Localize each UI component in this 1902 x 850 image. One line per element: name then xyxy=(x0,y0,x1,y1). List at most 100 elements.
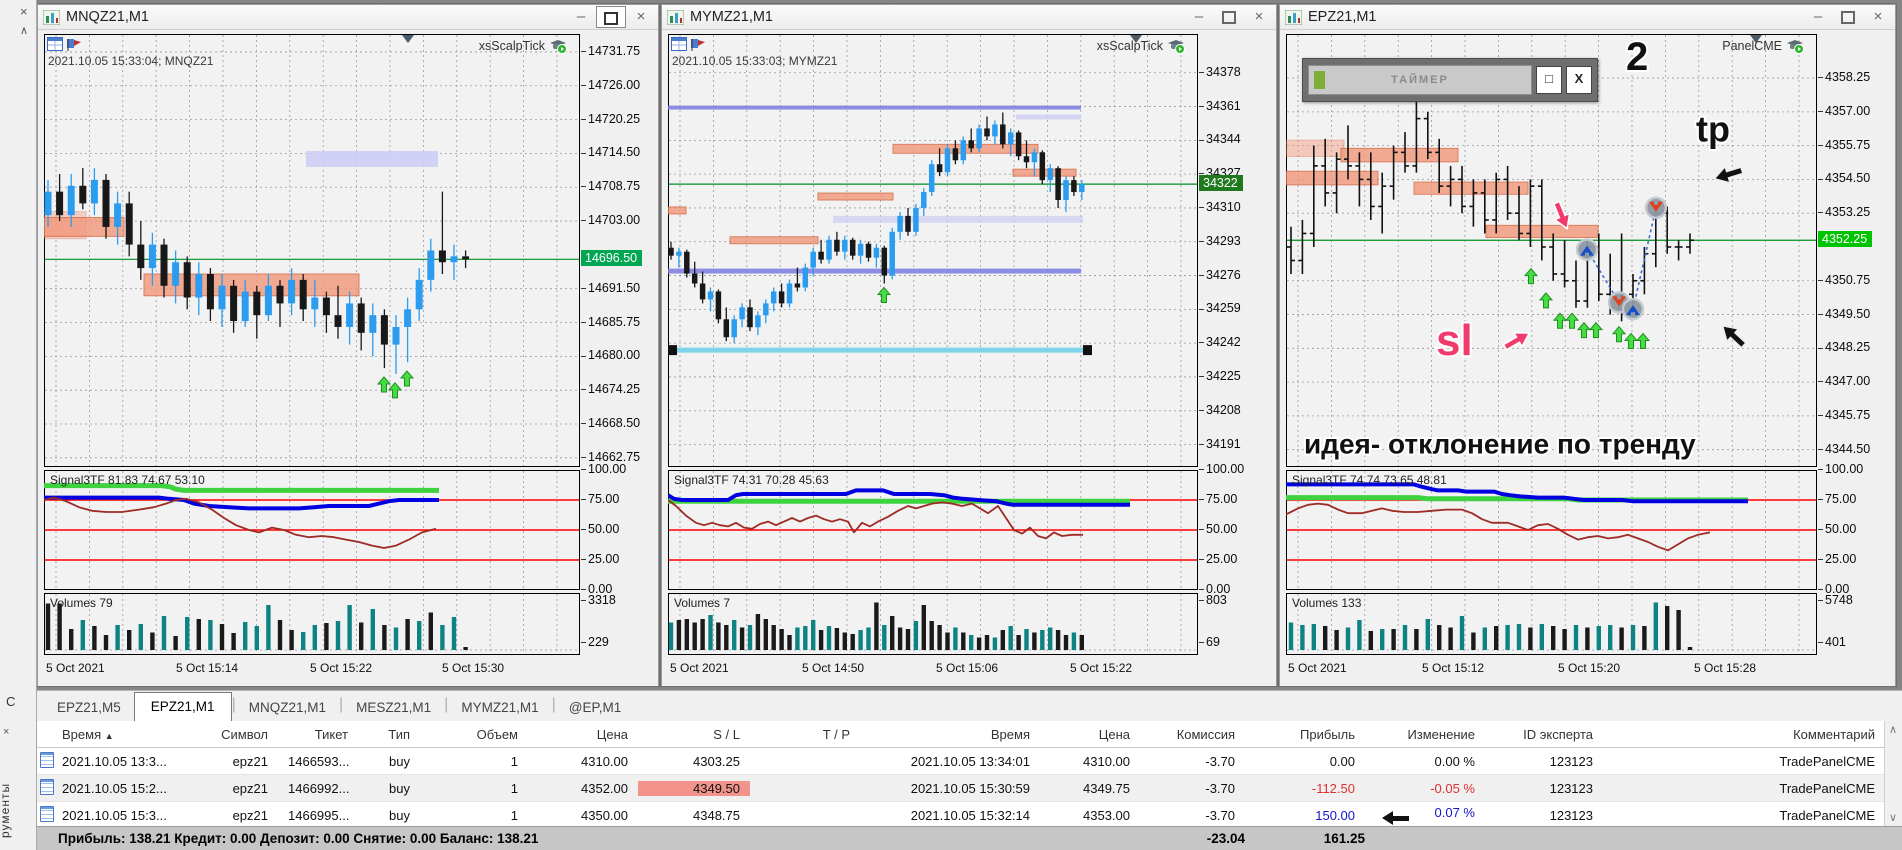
price-axis-label: 34361 xyxy=(1199,99,1241,113)
window-titlebar[interactable]: MNQZ21,M1 – × xyxy=(38,5,658,30)
current-price-label: 34322 xyxy=(1199,175,1243,192)
current-price-label: 14696.50 xyxy=(581,250,643,267)
chart-tab-mesz21-m1[interactable]: MESZ21,M1 xyxy=(343,694,444,722)
volumes-label: Volumes 7 xyxy=(674,596,731,610)
column-header[interactable]: Время xyxy=(860,727,1040,742)
cell: 123123 xyxy=(1549,753,1593,769)
price-axis-label: 14720.25 xyxy=(581,112,640,126)
time-axis-label: 5 Oct 15:12 xyxy=(1422,661,1485,675)
window-titlebar[interactable]: MYMZ21,M1 – × xyxy=(662,5,1276,30)
chart-client[interactable]: 2 tp sl идея- отклонение по тренду 4358.25 43… xyxy=(1280,30,1895,686)
data-window-icon[interactable] xyxy=(671,37,687,51)
column-header[interactable]: Тикет xyxy=(278,727,358,742)
account-summary: Прибыль: 138.21 Кредит: 0.00 Депозит: 0.… xyxy=(58,831,539,846)
timer-maximize-button[interactable]: □ xyxy=(1536,66,1562,94)
column-header[interactable]: T / P xyxy=(750,727,860,742)
flag-icon[interactable] xyxy=(690,37,706,51)
chart-client[interactable]: 34378 34361 34344 34327 34310 34293 34276 34259… xyxy=(662,30,1276,686)
chart-tab-epz21-m1[interactable]: EPZ21,M1 xyxy=(133,692,232,722)
minimize-button[interactable]: – xyxy=(1803,6,1833,28)
cell: -3.70 xyxy=(1205,780,1235,796)
column-header[interactable]: S / L xyxy=(638,727,750,742)
cell: 4349.50 xyxy=(638,780,750,796)
price-axis-label: 14691.50 xyxy=(581,281,640,295)
dock-tab-c[interactable]: C xyxy=(6,694,15,709)
cell: buy xyxy=(389,807,410,823)
order-doc-icon[interactable] xyxy=(40,751,54,768)
chart-client[interactable]: 14731.75 14726.00 14720.25 14714.50 14708.75… xyxy=(38,30,658,686)
close-button[interactable]: × xyxy=(1244,6,1274,28)
data-window-icon[interactable] xyxy=(47,37,63,51)
dock-close-icon[interactable]: × xyxy=(20,4,28,19)
column-header[interactable]: Тип xyxy=(358,727,420,742)
toolbox-close-icon[interactable]: × xyxy=(3,726,9,738)
scroll-down-icon[interactable]: ∨ xyxy=(1885,811,1901,824)
cell: 4352.00 xyxy=(581,780,628,796)
indicator-label: Signal3TF 74.74 73.65 48.81 xyxy=(1292,473,1447,487)
timer-close-button[interactable]: X xyxy=(1566,66,1592,94)
indicator-axis-label: 25.00 xyxy=(581,552,619,566)
history-row[interactable]: 2021.10.05 13:3... epz21 1466593... buy 1 431… xyxy=(36,748,1885,775)
chart-tab-epz21-m5[interactable]: EPZ21,M5 xyxy=(44,694,134,722)
indicator-axis-label: 75.00 xyxy=(1818,492,1856,506)
cell: 2021.10.05 13:34:01 xyxy=(910,753,1030,769)
price-axis-label: 34293 xyxy=(1199,234,1241,248)
expert-icon[interactable] xyxy=(1786,38,1805,54)
column-header[interactable]: Объем xyxy=(420,727,528,742)
maximize-button[interactable] xyxy=(1214,6,1244,28)
flag-icon[interactable] xyxy=(66,37,82,51)
close-button[interactable]: × xyxy=(626,6,656,28)
maximize-button[interactable] xyxy=(1833,6,1863,28)
column-header[interactable]: Время ▲ xyxy=(58,727,178,742)
volume-axis-label: 5748 xyxy=(1818,593,1853,607)
cell: 1466593... xyxy=(288,753,350,769)
column-header[interactable]: Комментарий xyxy=(1603,727,1885,742)
price-axis-label: 14731.75 xyxy=(581,44,640,58)
timer-panel[interactable]: ТАЙМЕР □ X xyxy=(1302,58,1598,102)
expert-name: PanelCME xyxy=(1722,39,1782,53)
history-row[interactable]: 2021.10.05 15:2... epz21 1466992... buy 1 435… xyxy=(36,775,1885,802)
volumes-pane xyxy=(1286,593,1817,655)
column-header[interactable]: Цена xyxy=(528,727,638,742)
column-header[interactable]: Комиссия xyxy=(1140,727,1245,742)
expert-icon[interactable] xyxy=(549,38,568,54)
volumes-label: Volumes 133 xyxy=(1292,596,1362,610)
column-header[interactable]: Прибыль xyxy=(1245,727,1365,742)
dock-vertical-label[interactable]: рументы xyxy=(0,742,18,838)
time-axis-label: 5 Oct 15:30 xyxy=(442,661,505,675)
chart-tab--ep-m1[interactable]: @EP,M1 xyxy=(556,694,634,722)
expert-icon[interactable] xyxy=(1167,38,1186,54)
table-scrollbar[interactable]: ∧ ∨ xyxy=(1884,721,1902,826)
time-axis-label: 5 Oct 2021 xyxy=(670,661,729,675)
cell: 4310.00 xyxy=(581,753,628,769)
volume-axis-label: 69 xyxy=(1199,635,1220,649)
time-axis-label: 5 Oct 2021 xyxy=(1288,661,1347,675)
column-header[interactable]: Изменение xyxy=(1365,727,1485,742)
chart-tab-mnqz21-m1[interactable]: MNQZ21,M1 xyxy=(236,694,339,722)
column-header[interactable]: Символ xyxy=(178,727,278,742)
minimize-button[interactable]: – xyxy=(1184,6,1214,28)
close-button[interactable]: × xyxy=(1863,6,1893,28)
time-axis-label: 5 Oct 15:22 xyxy=(310,661,373,675)
order-doc-icon[interactable] xyxy=(40,805,54,822)
window-titlebar[interactable]: EPZ21,M1 – × xyxy=(1280,5,1895,30)
order-doc-icon[interactable] xyxy=(40,778,54,795)
window-title: MYMZ21,M1 xyxy=(690,9,773,25)
cell: 4350.00 xyxy=(581,807,628,823)
chart-window-mnqz21: MNQZ21,M1 – × 14731.75 14726.00 14720.25 14… xyxy=(37,4,659,686)
indicator-axis-label: 50.00 xyxy=(1199,522,1237,536)
volume-axis-label: 401 xyxy=(1818,635,1846,649)
price-axis-label: 14726.00 xyxy=(581,78,640,92)
chart-tab-mymz21-m1[interactable]: MYMZ21,M1 xyxy=(448,694,551,722)
price-axis-label: 34191 xyxy=(1199,437,1241,451)
dock-collapse-icon[interactable]: ∧ xyxy=(20,24,28,37)
history-row[interactable]: 2021.10.05 15:3... epz21 1466995... buy 1 435… xyxy=(36,802,1885,829)
column-header[interactable]: Цена xyxy=(1040,727,1140,742)
price-axis-label: 14714.50 xyxy=(581,145,640,159)
column-header[interactable]: ID эксперта xyxy=(1485,727,1603,742)
cell: epz21 xyxy=(232,807,268,823)
scroll-up-icon[interactable]: ∧ xyxy=(1885,723,1901,736)
price-axis-label: 34310 xyxy=(1199,200,1241,214)
maximize-button[interactable] xyxy=(596,6,626,28)
minimize-button[interactable]: – xyxy=(566,6,596,28)
